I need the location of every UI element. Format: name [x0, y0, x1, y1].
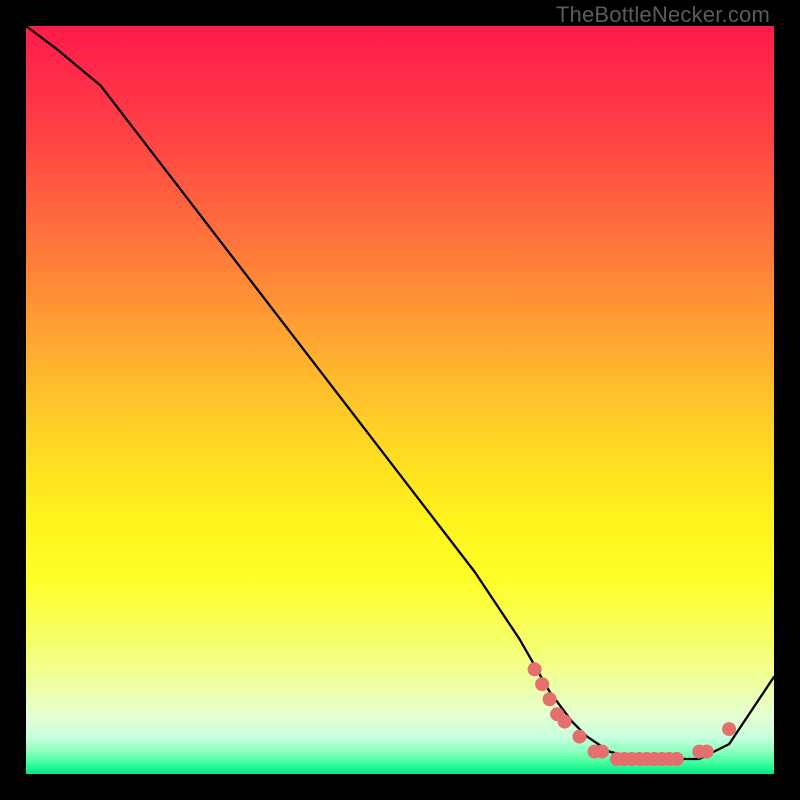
data-point [722, 722, 736, 736]
data-point [528, 662, 542, 676]
data-point [543, 692, 557, 706]
plot-area [26, 26, 774, 774]
watermark-label: TheBottleNecker.com [556, 2, 770, 28]
data-point [573, 730, 587, 744]
marker-group [528, 662, 737, 766]
data-point [700, 745, 714, 759]
data-point [595, 745, 609, 759]
data-point [535, 677, 549, 691]
data-point [670, 752, 684, 766]
chart-stage: TheBottleNecker.com [0, 0, 800, 800]
chart-svg [26, 26, 774, 774]
bottleneck-curve [26, 26, 774, 759]
data-point [558, 715, 572, 729]
